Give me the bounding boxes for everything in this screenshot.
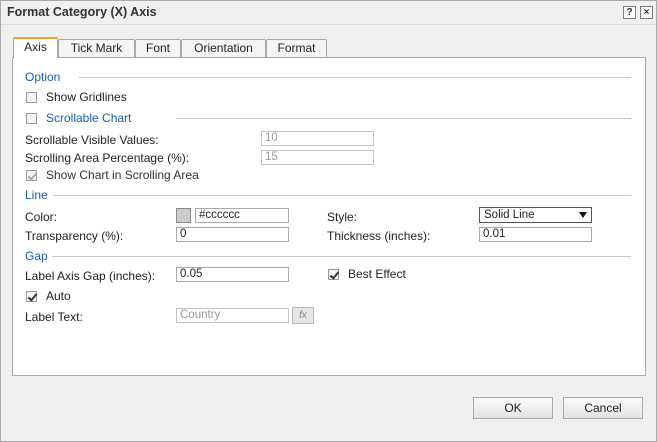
ok-button[interactable]: OK [473,397,553,419]
tab-axis[interactable]: Axis [13,37,58,58]
title-bar: Format Category (X) Axis ? × [1,1,656,25]
cancel-button[interactable]: Cancel [563,397,643,419]
visible-values-input[interactable]: 10 [261,131,374,146]
help-button[interactable]: ? [623,6,636,19]
scrollable-chart-label: Scrollable Chart [46,111,132,125]
scrollable-divider [176,118,631,119]
show-in-area-label: Show Chart in Scrolling Area [46,168,199,182]
chevron-down-icon [579,212,587,218]
option-divider [79,77,631,78]
gap-divider [52,256,631,257]
visible-values-label: Scrollable Visible Values: [25,133,159,147]
style-label: Style: [327,210,358,224]
tab-tick-mark[interactable]: Tick Mark [58,39,135,58]
tab-font[interactable]: Font [135,39,181,58]
line-divider [53,195,631,196]
scrollable-chart-checkbox[interactable] [26,113,37,124]
best-effect-label: Best Effect [348,267,406,281]
format-axis-dialog: Format Category (X) Axis ? × Axis Tick M… [0,0,657,442]
auto-checkbox[interactable] [26,291,37,302]
thickness-label: Thickness (inches): [327,229,431,243]
color-swatch[interactable] [176,208,191,223]
best-effect-checkbox[interactable] [328,269,339,280]
show-gridlines-label: Show Gridlines [46,90,127,104]
line-heading: Line [25,188,48,202]
color-input[interactable]: #cccccc [195,208,289,223]
label-text-input[interactable]: Country [176,308,289,323]
axis-gap-input[interactable]: 0.05 [176,267,289,282]
thickness-input[interactable]: 0.01 [479,227,592,242]
auto-label: Auto [46,289,71,303]
area-percentage-label: Scrolling Area Percentage (%): [25,151,190,165]
area-percentage-input[interactable]: 15 [261,150,374,165]
close-button[interactable]: × [640,6,653,19]
dialog-title: Format Category (X) Axis [7,5,157,19]
style-select-value: Solid Line [484,209,535,221]
axis-gap-label: Label Axis Gap (inches): [25,269,156,283]
tab-format[interactable]: Format [266,39,327,58]
gap-heading: Gap [25,249,48,263]
transparency-input[interactable]: 0 [176,227,289,242]
style-select[interactable]: Solid Line [479,207,592,223]
formula-button[interactable]: fx [292,307,314,324]
axis-panel: Option Show Gridlines Scrollable Chart S… [12,57,646,376]
show-in-area-checkbox[interactable] [26,170,37,181]
option-heading: Option [25,70,61,84]
show-gridlines-checkbox[interactable] [26,92,37,103]
color-label: Color: [25,210,58,224]
label-text-label: Label Text: [25,310,83,324]
transparency-label: Transparency (%): [25,229,124,243]
tab-orientation[interactable]: Orientation [181,39,266,58]
